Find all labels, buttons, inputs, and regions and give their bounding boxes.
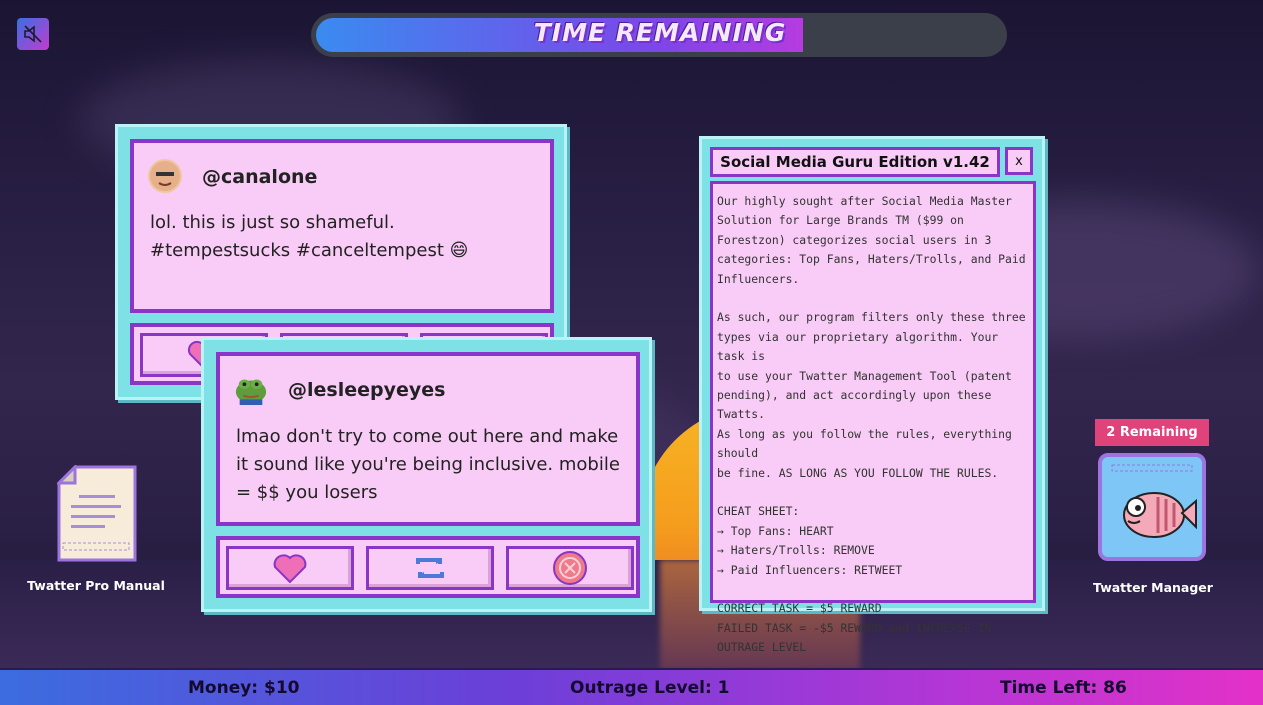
frog-avatar: [234, 372, 268, 406]
money-readout: Money: $10: [188, 678, 300, 698]
time-left-readout: Time Left: 86: [1000, 678, 1127, 698]
remove-icon: [553, 551, 587, 585]
remove-button[interactable]: [506, 546, 634, 590]
twatt-body: @canalone lol. this is just so shameful.…: [130, 139, 554, 313]
manual-label: Twatter Pro Manual: [27, 578, 165, 593]
guru-window-body[interactable]: Our highly sought after Social Media Mas…: [710, 181, 1036, 654]
twatt-body: @lesleepyeyes lmao don't try to come out…: [216, 352, 640, 526]
twatt-text: lmao don't try to come out here and make…: [236, 426, 620, 503]
twatt-card: @lesleepyeyes lmao don't try to come out…: [201, 337, 652, 612]
mute-button[interactable]: [17, 18, 49, 50]
bald-man-avatar: [148, 159, 182, 193]
fish-icon: [1111, 464, 1197, 538]
status-bar: Money: $10 Outrage Level: 1 Time Left: 8…: [0, 668, 1263, 705]
retweet-button[interactable]: [366, 546, 494, 590]
twatt-text: lol. this is just so shameful. #tempests…: [150, 212, 469, 261]
heart-button[interactable]: [226, 546, 354, 590]
guru-close-button[interactable]: x: [1005, 147, 1033, 175]
time-remaining-label: TIME REMAINING: [533, 18, 787, 47]
guru-window: Social Media Guru Edition v1.42 x Our hi…: [699, 136, 1045, 654]
twatt-handle: @lesleepyeyes: [288, 379, 446, 401]
manager-label: Twatter Manager: [1093, 580, 1213, 595]
heart-icon: [273, 554, 307, 584]
remaining-badge: 2 Remaining: [1095, 419, 1209, 446]
twatt-handle: @canalone: [202, 166, 318, 188]
twatt-actions: [216, 536, 640, 598]
guru-window-title: Social Media Guru Edition v1.42: [710, 147, 1000, 177]
retweet-icon: [416, 558, 444, 578]
manual-document-icon[interactable]: [55, 463, 137, 562]
twatter-manager-icon[interactable]: [1098, 453, 1206, 561]
outrage-level-readout: Outrage Level: 1: [570, 678, 730, 698]
speaker-muted-icon: [24, 25, 42, 43]
